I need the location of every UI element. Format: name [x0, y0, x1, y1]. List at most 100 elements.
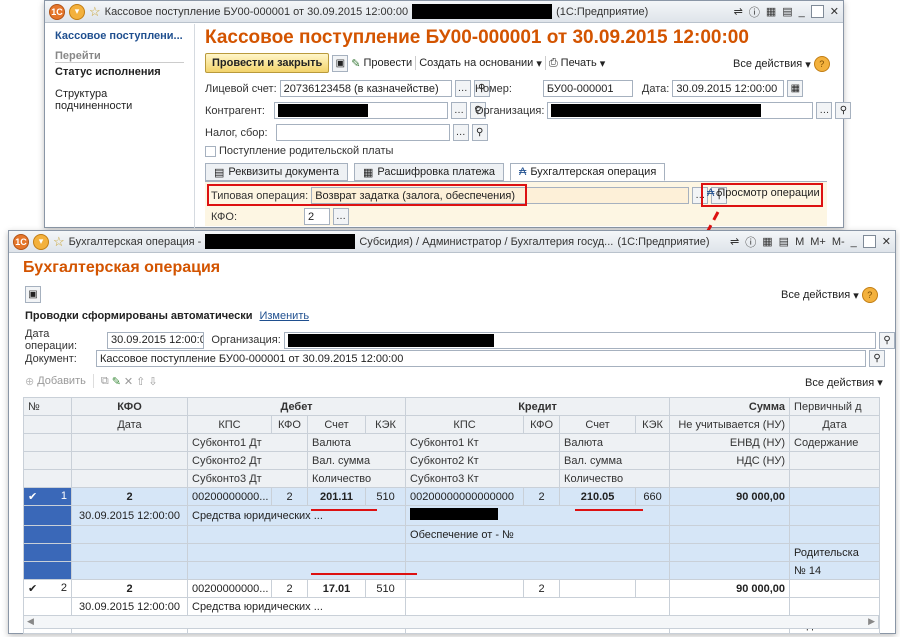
search-icon[interactable]: ⚲	[869, 350, 885, 367]
table-row[interactable]: ✔ 2 2 00200000000... 2 17.01 510 2 90 000…	[23, 579, 881, 598]
1c-logo-icon[interactable]: 1С	[13, 233, 29, 250]
col-c-kek[interactable]: КЭК	[635, 415, 671, 434]
horizontal-scrollbar[interactable]: ◀ ▶	[23, 615, 879, 629]
cell-date[interactable]: 30.09.2015 12:00:00	[71, 597, 188, 616]
move-down-icon[interactable]: ⇩	[148, 375, 157, 388]
op-date-field[interactable]: 30.09.2015 12:00:00	[107, 331, 205, 349]
col-c-cur[interactable]: Валюта	[559, 433, 671, 452]
col-d-qty[interactable]: Количество	[306, 469, 407, 488]
cell-kfo[interactable]: 2	[71, 487, 188, 506]
calendar-icon[interactable]: ▦	[762, 235, 772, 248]
cell-c-acc[interactable]	[559, 579, 637, 598]
col-c-acc[interactable]: Счет	[559, 415, 637, 434]
minimize-button[interactable]: _	[851, 236, 857, 248]
table-row[interactable]: ✔ 1 2 00200000000... 2 201.11 510 0020000…	[23, 487, 881, 506]
cell-d-acc[interactable]: 201.11	[307, 487, 366, 506]
cell-c-kfo[interactable]: 2	[523, 487, 561, 506]
table-header-row: Субконто2 Дт Вал. сумма Субконто2 Кт Вал…	[23, 451, 881, 470]
col-c-sub3[interactable]: Субконто3 Кт	[405, 469, 561, 488]
col-c-kps[interactable]: КПС	[405, 415, 525, 434]
col-content[interactable]: Содержание	[789, 433, 881, 452]
cell-d-sub1[interactable]: Средства юридических ...	[186, 597, 407, 616]
col-d-cursum[interactable]: Вал. сумма	[306, 451, 407, 470]
cell-c-kps[interactable]: 00200000000000000	[405, 487, 525, 506]
table-row-sub[interactable]: Обеспечение от - №	[23, 525, 881, 544]
cell-d-kfo[interactable]: 2	[271, 487, 308, 506]
cell-d-kps[interactable]: 00200000000...	[187, 487, 272, 506]
m-button[interactable]: M	[795, 236, 804, 248]
col-sum[interactable]: Сумма	[669, 397, 791, 416]
info-icon[interactable]: ⓘ	[745, 234, 756, 250]
link-icon[interactable]: ⇌	[730, 235, 739, 248]
col-date[interactable]: Дата	[71, 415, 188, 434]
cell-date[interactable]: 30.09.2015 12:00:00	[71, 505, 188, 526]
cell-kfo[interactable]: 2	[71, 579, 188, 598]
all-actions-menu[interactable]: Все действия ▾ ?	[781, 287, 878, 303]
cell-d-acc[interactable]: 17.01	[307, 579, 366, 598]
col-nu[interactable]: Не учитывается (НУ)	[669, 415, 791, 434]
col-date2[interactable]: Дата	[789, 415, 881, 434]
save-icon[interactable]: ▣	[25, 286, 41, 303]
cell-sum[interactable]: 90 000,00	[669, 579, 791, 598]
edit-icon[interactable]: ✎	[112, 375, 121, 388]
col-primary[interactable]: Первичный д	[789, 397, 881, 416]
col-num[interactable]: №	[23, 397, 72, 416]
col-d-kfo[interactable]: КФО	[271, 415, 308, 434]
m-plus-button[interactable]: M+	[810, 236, 826, 248]
redacted-block	[205, 234, 356, 249]
cell-d-kek[interactable]: 510	[364, 579, 407, 598]
table-row-sub[interactable]: 30.09.2015 12:00:00 Средства юридических…	[23, 505, 881, 526]
scroll-left-icon[interactable]: ◀	[27, 616, 34, 627]
copy-icon[interactable]: ⧉	[101, 375, 109, 388]
cell-c-acc[interactable]: 210.05	[559, 487, 637, 506]
col-d-cur[interactable]: Валюта	[306, 433, 407, 452]
add-button[interactable]: Добавить	[37, 375, 86, 387]
doc-field[interactable]: Кассовое поступление БУ00-000001 от 30.0…	[96, 350, 866, 367]
cell-primary[interactable]: Родительска	[789, 543, 881, 562]
table-row-sub[interactable]: № 14	[23, 561, 881, 580]
table-row-sub[interactable]: Родительска	[23, 543, 881, 562]
delete-icon[interactable]: ✕	[124, 375, 133, 388]
table-row-sub[interactable]: 30.09.2015 12:00:00 Средства юридических…	[23, 597, 881, 616]
col-debit[interactable]: Дебет	[186, 397, 407, 416]
col-d-sub2[interactable]: Субконто2 Дт	[187, 451, 308, 470]
help-icon[interactable]: ?	[861, 287, 878, 303]
col-c-qty[interactable]: Количество	[559, 469, 671, 488]
close-button[interactable]: ✕	[882, 235, 891, 248]
col-vat[interactable]: НДС (НУ)	[669, 451, 791, 470]
cell-d-kps[interactable]: 00200000000...	[187, 579, 272, 598]
cell-d-kek[interactable]: 510	[364, 487, 407, 506]
col-c-sub1[interactable]: Субконто1 Кт	[405, 433, 561, 452]
col-c-cursum[interactable]: Вал. сумма	[559, 451, 671, 470]
col-d-kek[interactable]: КЭК	[364, 415, 407, 434]
cell-d-kfo[interactable]: 2	[271, 579, 308, 598]
move-up-icon[interactable]: ⇧	[136, 375, 145, 388]
op-date-row: Дата операции: 30.09.2015 12:00:00 Орган…	[25, 328, 895, 352]
col-d-sub1[interactable]: Субконто1 Дт	[187, 433, 308, 452]
cell-sum[interactable]: 90 000,00	[669, 487, 791, 506]
col-c-sub2[interactable]: Субконто2 Кт	[405, 451, 561, 470]
search-icon[interactable]: ⚲	[879, 331, 895, 349]
cell-primary2[interactable]: № 14	[789, 561, 881, 580]
all-actions-menu-2[interactable]: Все действия ▾	[805, 376, 883, 390]
col-d-sub3[interactable]: Субконто3 Дт	[187, 469, 308, 488]
org-field[interactable]	[283, 331, 877, 349]
cell-c-kfo[interactable]: 2	[523, 579, 561, 598]
col-c-kfo[interactable]: КФО	[523, 415, 561, 434]
cell-c-kek[interactable]: 660	[635, 487, 671, 506]
scroll-right-icon[interactable]: ▶	[868, 616, 875, 627]
col-credit[interactable]: Кредит	[405, 397, 671, 416]
calc-icon[interactable]: ▤	[779, 235, 789, 248]
col-envd[interactable]: ЕНВД (НУ)	[669, 433, 791, 452]
menu-dropdown-icon[interactable]: ▾	[33, 233, 49, 250]
col-kfo[interactable]: КФО	[71, 397, 188, 416]
maximize-button[interactable]	[862, 235, 876, 248]
favorite-star-icon[interactable]: ☆	[53, 234, 65, 250]
cell-c-sub2[interactable]: Обеспечение от - №	[405, 525, 671, 544]
m-minus-button[interactable]: M-	[832, 236, 845, 248]
cell-c-kek[interactable]	[635, 579, 671, 598]
change-link[interactable]: Изменить	[259, 310, 309, 322]
col-d-kps[interactable]: КПС	[187, 415, 272, 434]
col-d-acc[interactable]: Счет	[307, 415, 366, 434]
cell-c-kps[interactable]	[405, 579, 525, 598]
